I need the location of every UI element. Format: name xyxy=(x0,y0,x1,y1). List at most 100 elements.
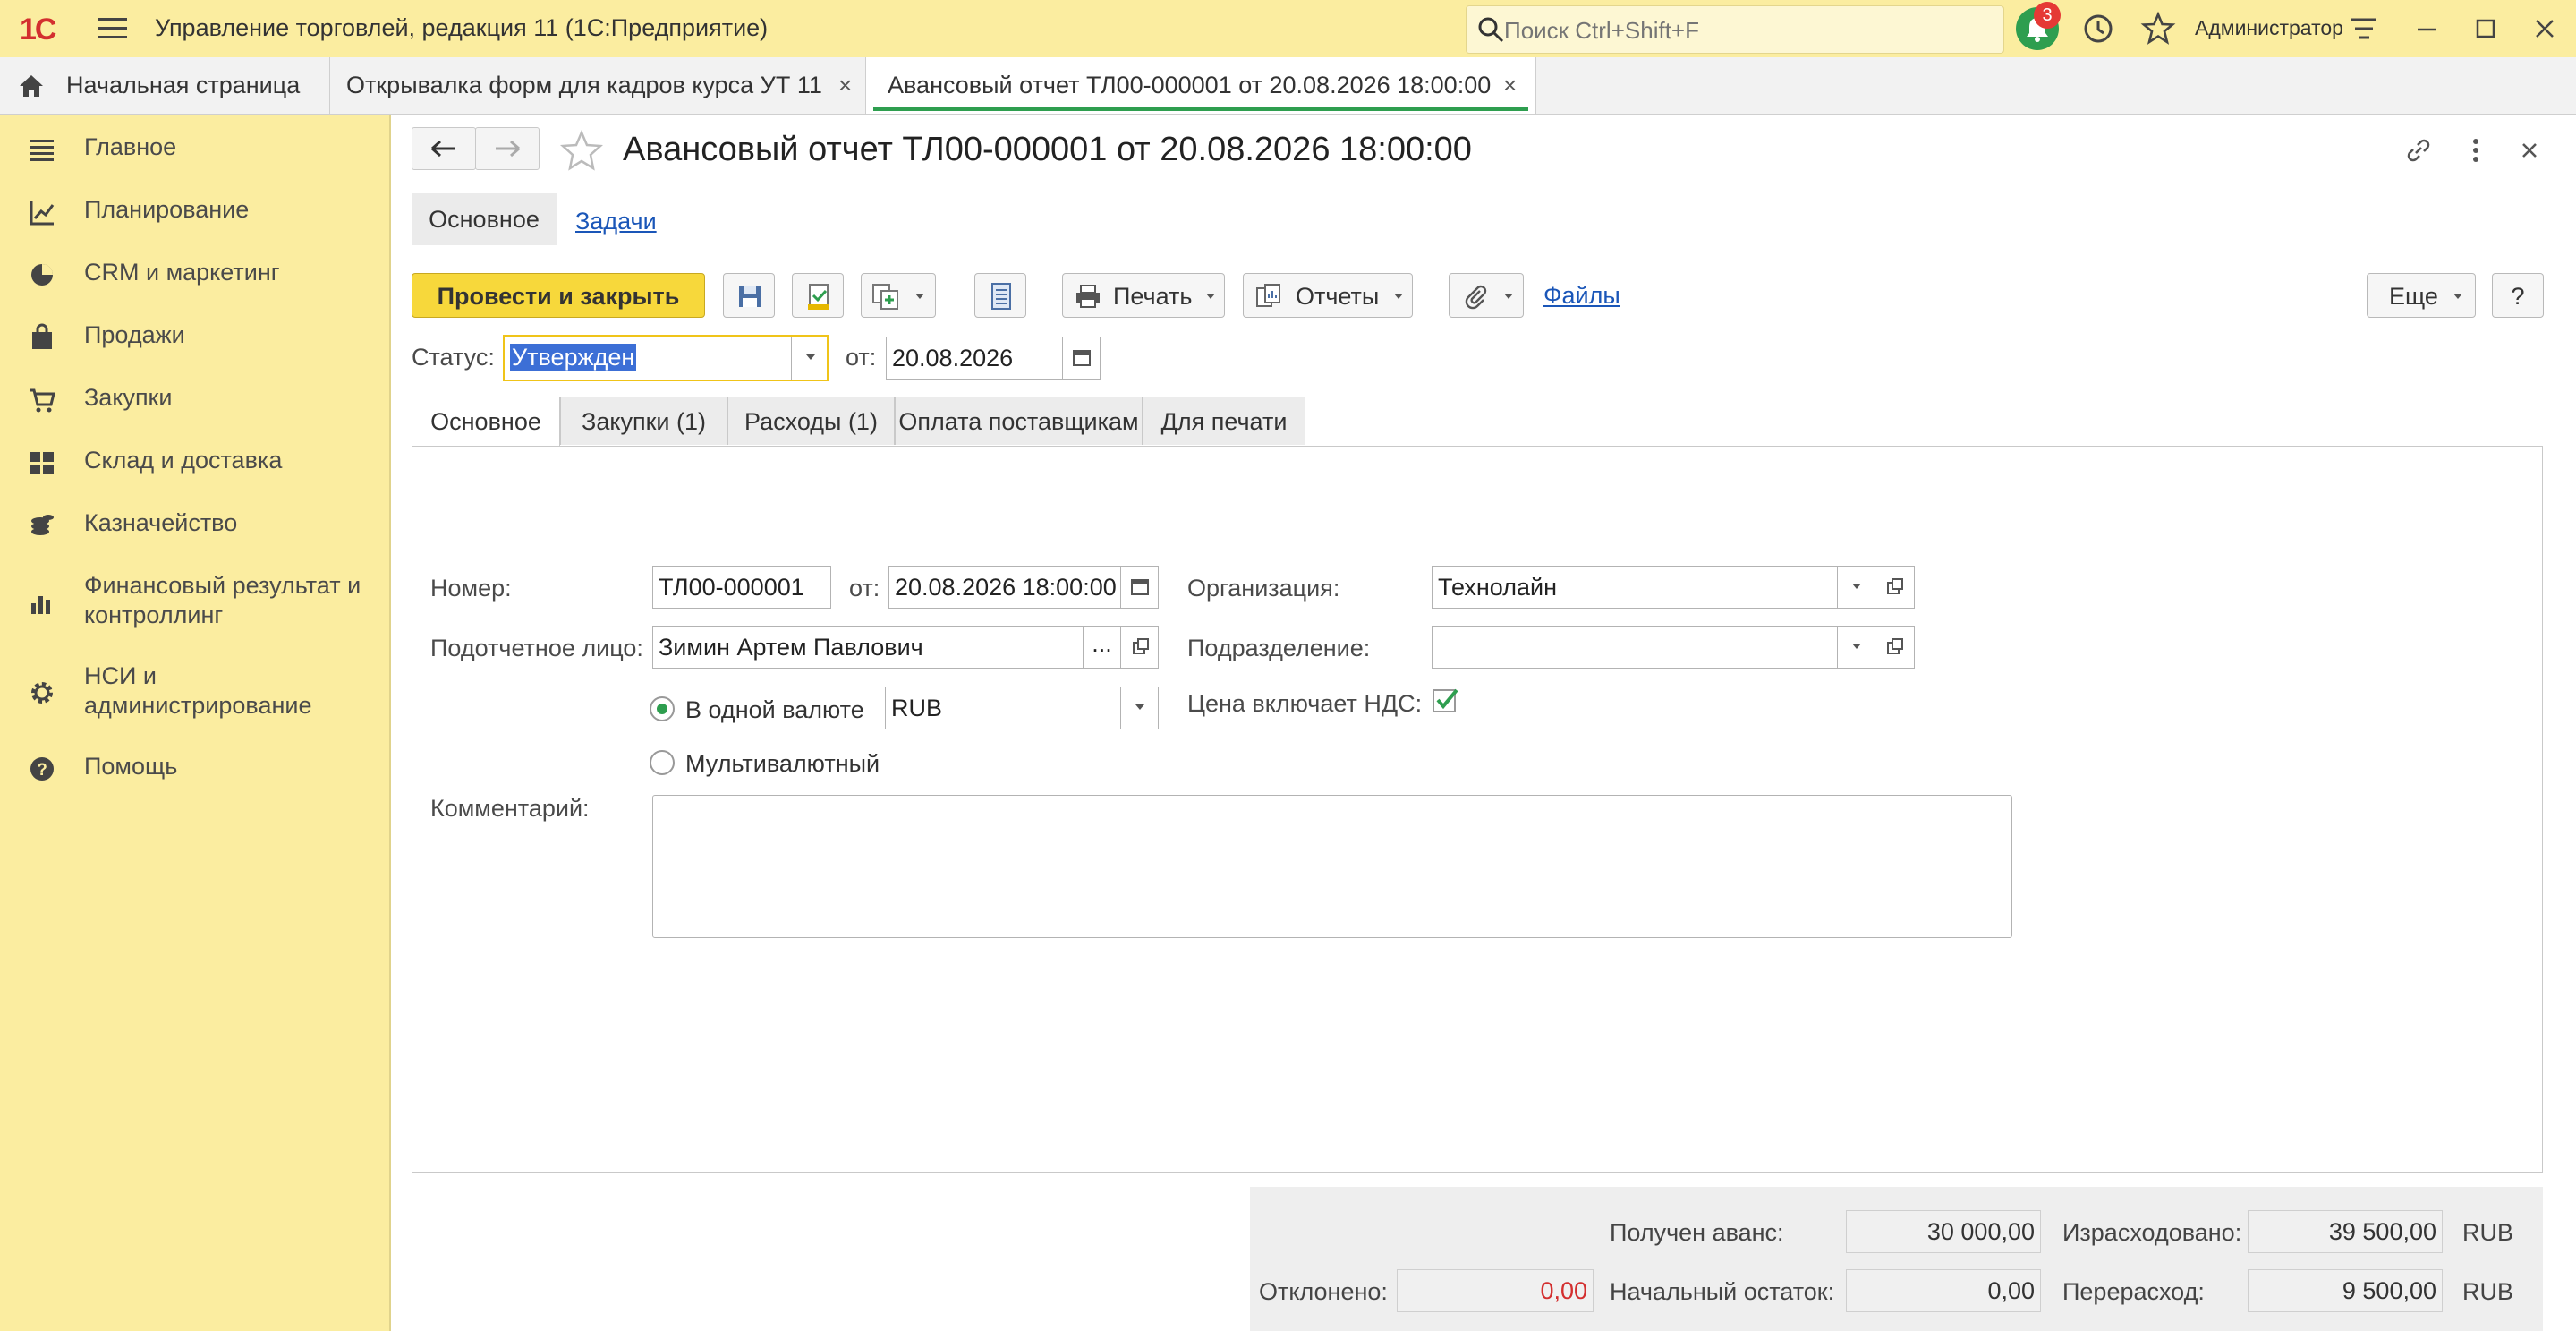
currency-dropdown-button[interactable] xyxy=(1120,687,1158,729)
rejected-label: Отклонено: xyxy=(1259,1278,1388,1305)
department-dropdown-button[interactable] xyxy=(1837,627,1875,668)
section-tab-main[interactable]: Основное xyxy=(412,193,557,245)
post-button[interactable] xyxy=(792,273,844,318)
sidebar-item-financial-result[interactable]: Финансовый результат и контроллинг xyxy=(0,571,389,634)
coins-icon xyxy=(31,515,54,535)
sidebar-item-purchases[interactable]: Закупки xyxy=(0,383,389,419)
reports-button[interactable]: Отчеты xyxy=(1243,273,1413,318)
maximize-icon[interactable] xyxy=(2466,9,2505,48)
app-title: Управление торговлей, редакция 11 (1С:Пр… xyxy=(155,14,769,41)
global-search[interactable] xyxy=(1466,5,2004,54)
form-tab-main[interactable]: Основное xyxy=(412,397,560,447)
reports-icon xyxy=(1256,284,1280,307)
sidebar-item-sales[interactable]: Продажи xyxy=(0,320,389,356)
person-select-button[interactable]: ... xyxy=(1083,627,1120,668)
favorite-star-icon[interactable] xyxy=(559,129,604,172)
comment-label: Комментарий: xyxy=(430,795,590,822)
close-window-icon[interactable] xyxy=(2525,9,2564,48)
title-bar: 1С Управление торговлей, редакция 11 (1С… xyxy=(0,0,2576,58)
date-field[interactable]: 20.08.2026 18:00:00 xyxy=(888,566,1159,609)
close-tab-icon[interactable]: × xyxy=(838,57,852,114)
help-button[interactable]: ? xyxy=(2492,273,2544,318)
structure-button[interactable] xyxy=(974,273,1026,318)
form-tab-for-print[interactable]: Для печати xyxy=(1143,397,1305,445)
active-tab-underline xyxy=(873,107,1528,111)
tab-form-opener[interactable]: Открывалка форм для кадров курса УТ 11 × xyxy=(330,57,866,114)
favorites-star-icon[interactable] xyxy=(2138,9,2178,48)
user-name[interactable]: Администратор xyxy=(2195,16,2343,40)
create-based-on-button[interactable] xyxy=(861,273,936,318)
radio-multi-currency[interactable] xyxy=(649,749,676,776)
bar-chart-icon xyxy=(31,596,50,614)
post-and-close-button[interactable]: Провести и закрыть xyxy=(412,273,705,318)
calendar-button[interactable] xyxy=(1062,337,1100,379)
organization-label: Организация: xyxy=(1187,575,1340,602)
sidebar-item-help[interactable]: ? Помощь xyxy=(0,752,389,788)
sidebar-item-label: Казначейство xyxy=(84,509,238,536)
document-form: Авансовый отчет ТЛ00-000001 от 20.08.202… xyxy=(391,115,2576,1331)
section-tab-tasks[interactable]: Задачи xyxy=(575,208,657,235)
sidebar-item-main[interactable]: Главное xyxy=(0,132,389,168)
sidebar-item-planning[interactable]: Планирование xyxy=(0,195,389,231)
print-button-label: Печать xyxy=(1113,283,1193,310)
sidebar-item-crm[interactable]: CRM и маркетинг xyxy=(0,258,389,294)
number-label: Номер: xyxy=(430,575,512,602)
sidebar-item-label: Планирование xyxy=(84,196,250,223)
single-currency-label[interactable]: В одной валюте xyxy=(685,696,864,724)
accountable-person-label: Подотчетное лицо: xyxy=(430,635,643,661)
price-includes-vat-checkbox[interactable] xyxy=(1432,687,1460,715)
organization-field[interactable]: Технолайн xyxy=(1432,566,1915,609)
status-dropdown-button[interactable] xyxy=(791,337,827,380)
organization-dropdown-button[interactable] xyxy=(1837,567,1875,608)
chevron-down-icon xyxy=(915,294,924,299)
date-value: 20.08.2026 18:00:00 xyxy=(895,574,1117,601)
forward-button[interactable] xyxy=(475,127,540,170)
more-button[interactable]: Еще xyxy=(2367,273,2476,318)
back-button[interactable] xyxy=(412,127,476,170)
link-icon[interactable] xyxy=(2401,132,2436,168)
comment-textarea[interactable] xyxy=(652,795,2012,938)
calendar-button[interactable] xyxy=(1120,567,1158,608)
tab-advance-report[interactable]: Авансовый отчет ТЛ00-000001 от 20.08.202… xyxy=(866,57,1536,114)
status-select[interactable]: Утвержден xyxy=(503,335,829,381)
sidebar-item-label-line2: контроллинг xyxy=(84,602,224,628)
more-vertical-icon[interactable] xyxy=(2458,132,2494,168)
accountable-person-field[interactable]: Зимин Артем Павлович ... xyxy=(652,626,1159,669)
multi-currency-label[interactable]: Мультивалютный xyxy=(685,750,880,778)
person-open-button[interactable] xyxy=(1120,627,1158,668)
number-field[interactable]: ТЛ00-000001 xyxy=(652,566,831,609)
svg-text:?: ? xyxy=(37,761,47,780)
attach-button[interactable] xyxy=(1449,273,1524,318)
department-open-button[interactable] xyxy=(1875,627,1912,668)
form-tab-purchases[interactable]: Закупки (1) xyxy=(560,397,727,445)
main-menu-icon[interactable] xyxy=(98,18,127,39)
close-form-icon[interactable] xyxy=(2512,132,2547,168)
sidebar-item-label: Продажи xyxy=(84,321,185,348)
minimize-icon[interactable] xyxy=(2407,9,2446,48)
sidebar-item-label: Закупки xyxy=(84,384,173,411)
form-tab-expenses[interactable]: Расходы (1) xyxy=(727,397,895,445)
currency-select[interactable]: RUB xyxy=(885,687,1159,729)
rejected-amount-field: 0,00 xyxy=(1397,1269,1594,1312)
files-link[interactable]: Файлы xyxy=(1543,282,1620,310)
sidebar-item-label: Помощь xyxy=(84,753,178,780)
department-field[interactable] xyxy=(1432,626,1915,669)
save-button[interactable] xyxy=(723,273,775,318)
print-button[interactable]: Печать xyxy=(1062,273,1225,318)
sidebar-item-warehouse[interactable]: Склад и доставка xyxy=(0,446,389,482)
shopping-bag-icon xyxy=(32,323,52,349)
sidebar-item-nsi-admin[interactable]: НСИ и администрирование xyxy=(0,661,389,724)
arrow-right-icon xyxy=(496,140,520,158)
page-title: Авансовый отчет ТЛ00-000001 от 20.08.202… xyxy=(623,131,1472,168)
status-date-field[interactable]: 20.08.2026 xyxy=(886,337,1101,380)
tab-home[interactable]: Начальная страница xyxy=(0,57,330,114)
search-input[interactable] xyxy=(1502,12,1989,49)
close-tab-icon[interactable]: × xyxy=(1503,57,1517,114)
gear-icon xyxy=(31,682,53,704)
radio-single-currency[interactable] xyxy=(649,695,676,722)
history-icon[interactable] xyxy=(2079,9,2118,48)
form-tab-supplier-payments[interactable]: Оплата поставщикам xyxy=(895,397,1143,445)
settings-lines-icon[interactable] xyxy=(2344,9,2384,48)
sidebar-item-treasury[interactable]: Казначейство xyxy=(0,508,389,544)
organization-open-button[interactable] xyxy=(1875,567,1912,608)
